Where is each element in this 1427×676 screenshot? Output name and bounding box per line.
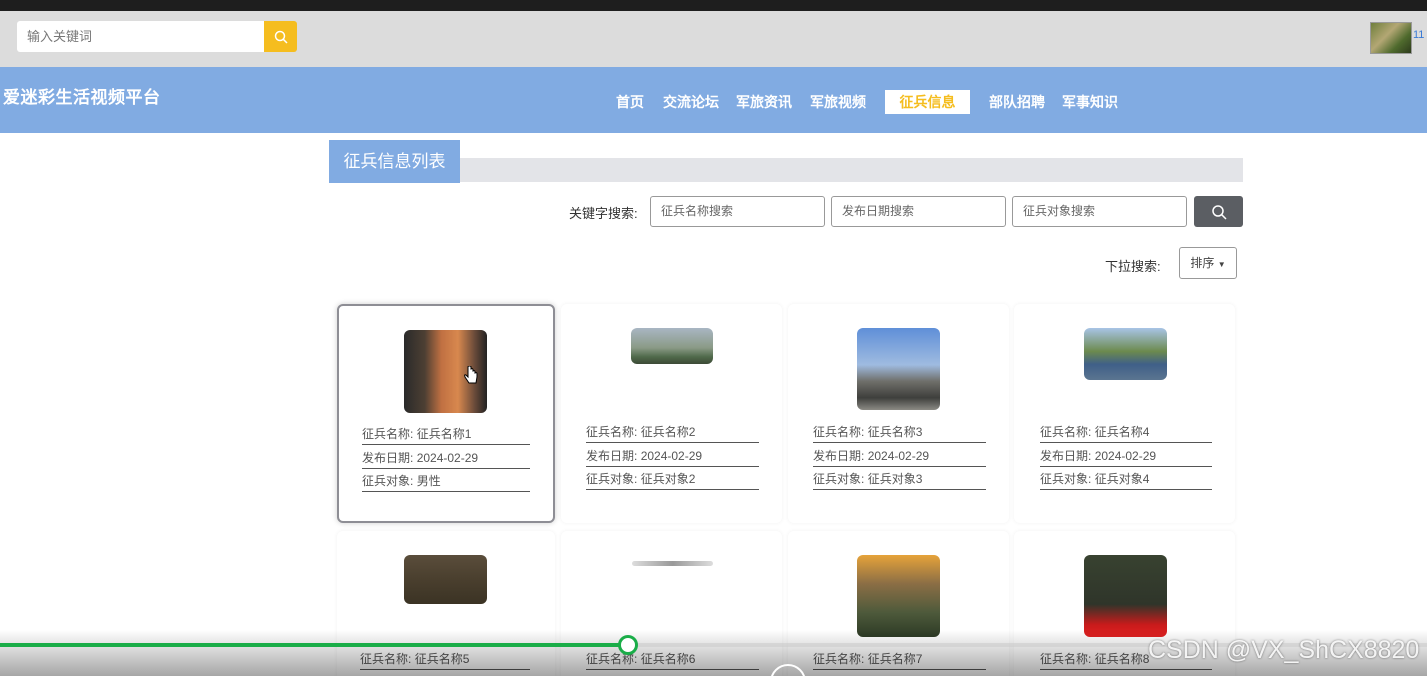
window-top-strip (0, 0, 1427, 11)
nav-military-knowledge[interactable]: 军事知识 (1060, 90, 1120, 114)
keyword-search-input[interactable]: 输入关键词 (17, 21, 264, 52)
recruit-card-image[interactable] (631, 328, 713, 364)
recruit-name-line: 征兵名称: 征兵名称5 (360, 648, 530, 670)
video-progress-fill (0, 643, 628, 647)
publish-date-line: 发布日期: 2024-02-29 (813, 445, 986, 467)
nav-recruitment-info[interactable]: 征兵信息 (885, 90, 970, 114)
recruit-card-image[interactable] (1084, 328, 1167, 380)
recruit-name-line: 征兵名称: 征兵名称7 (813, 648, 986, 670)
search-icon (1211, 204, 1227, 220)
recruit-name-value: 征兵名称3 (867, 425, 923, 439)
recruit-card-image[interactable] (632, 561, 713, 566)
top-bar: 输入关键词 11 (0, 11, 1427, 67)
publish-date-value: 2024-02-29 (416, 451, 479, 465)
hand-cursor-icon (464, 366, 478, 384)
recruit-card-image[interactable] (857, 555, 940, 637)
recruit-target-line: 征兵对象: 征兵对象2 (586, 468, 759, 490)
recruit-name-search-input[interactable]: 征兵名称搜索 (650, 196, 825, 227)
recruit-name-value: 征兵名称7 (867, 652, 923, 666)
publish-date-value: 2024-02-29 (867, 449, 930, 463)
sort-label: 排序 (1190, 256, 1215, 270)
user-avatar[interactable] (1370, 22, 1412, 54)
search-submit-button[interactable] (1194, 196, 1243, 227)
recruit-target-value: 男性 (416, 474, 441, 488)
recruit-card-image[interactable] (404, 555, 487, 604)
recruit-target-line: 征兵对象: 男性 (362, 470, 530, 492)
recruit-name-line: 征兵名称: 征兵名称3 (813, 421, 986, 443)
recruit-name-value: 征兵名称4 (1094, 425, 1150, 439)
recruit-target-line: 征兵对象: 征兵对象3 (813, 468, 986, 490)
publish-date-line: 发布日期: 2024-02-29 (1040, 445, 1212, 467)
section-title-bar (329, 158, 1243, 182)
recruit-card-image[interactable] (857, 328, 940, 410)
watermark: CSDN @VX_ShCX8820 (1148, 636, 1420, 664)
publish-date-line: 发布日期: 2024-02-29 (586, 445, 759, 467)
recruit-name-value: 征兵名称2 (640, 425, 696, 439)
recruit-card-image[interactable] (1084, 555, 1167, 637)
recruit-name-value: 征兵名称6 (640, 652, 696, 666)
nav-military-news[interactable]: 军旅资讯 (734, 90, 794, 114)
site-logo[interactable]: 爱迷彩生活视频平台 (3, 83, 161, 108)
nav-forum[interactable]: 交流论坛 (661, 90, 721, 114)
main-navbar: 爱迷彩生活视频平台 首页 交流论坛 军旅资讯 军旅视频 征兵信息 部队招聘 军事… (0, 67, 1427, 133)
recruit-target-line: 征兵对象: 征兵对象4 (1040, 468, 1212, 490)
recruit-target-value: 征兵对象2 (640, 472, 696, 486)
nav-army-jobs[interactable]: 部队招聘 (986, 90, 1048, 114)
keyword-search-button[interactable] (264, 21, 297, 52)
recruit-name-value: 征兵名称1 (416, 427, 472, 441)
dropdown-search-label: 下拉搜索: (1105, 259, 1161, 274)
recruit-target-value: 征兵对象3 (867, 472, 923, 486)
publish-date-line: 发布日期: 2024-02-29 (362, 447, 530, 469)
recruit-target-value: 征兵对象4 (1094, 472, 1150, 486)
video-progress-handle[interactable] (618, 635, 638, 655)
nav-home[interactable]: 首页 (612, 90, 648, 114)
publish-date-value: 2024-02-29 (640, 449, 703, 463)
recruit-name-line: 征兵名称: 征兵名称4 (1040, 421, 1212, 443)
sort-dropdown[interactable]: 排序 ▼ (1179, 247, 1237, 279)
keyword-search-label: 关键字搜索: (569, 206, 638, 221)
publish-date-value: 2024-02-29 (1094, 449, 1157, 463)
recruit-name-line: 征兵名称: 征兵名称1 (362, 423, 530, 445)
avatar-badge: 11 (1413, 29, 1425, 41)
page-title: 征兵信息列表 (329, 140, 460, 183)
recruit-name-line: 征兵名称: 征兵名称2 (586, 421, 759, 443)
search-icon (274, 30, 288, 44)
caret-down-icon: ▼ (1217, 260, 1226, 269)
recruit-name-value: 征兵名称5 (414, 652, 470, 666)
publish-date-search-input[interactable]: 发布日期搜索 (831, 196, 1006, 227)
recruit-name-line: 征兵名称: 征兵名称6 (586, 648, 759, 670)
recruit-name-value: 征兵名称8 (1094, 652, 1150, 666)
recruit-target-search-input[interactable]: 征兵对象搜索 (1012, 196, 1187, 227)
nav-military-videos[interactable]: 军旅视频 (807, 90, 869, 114)
